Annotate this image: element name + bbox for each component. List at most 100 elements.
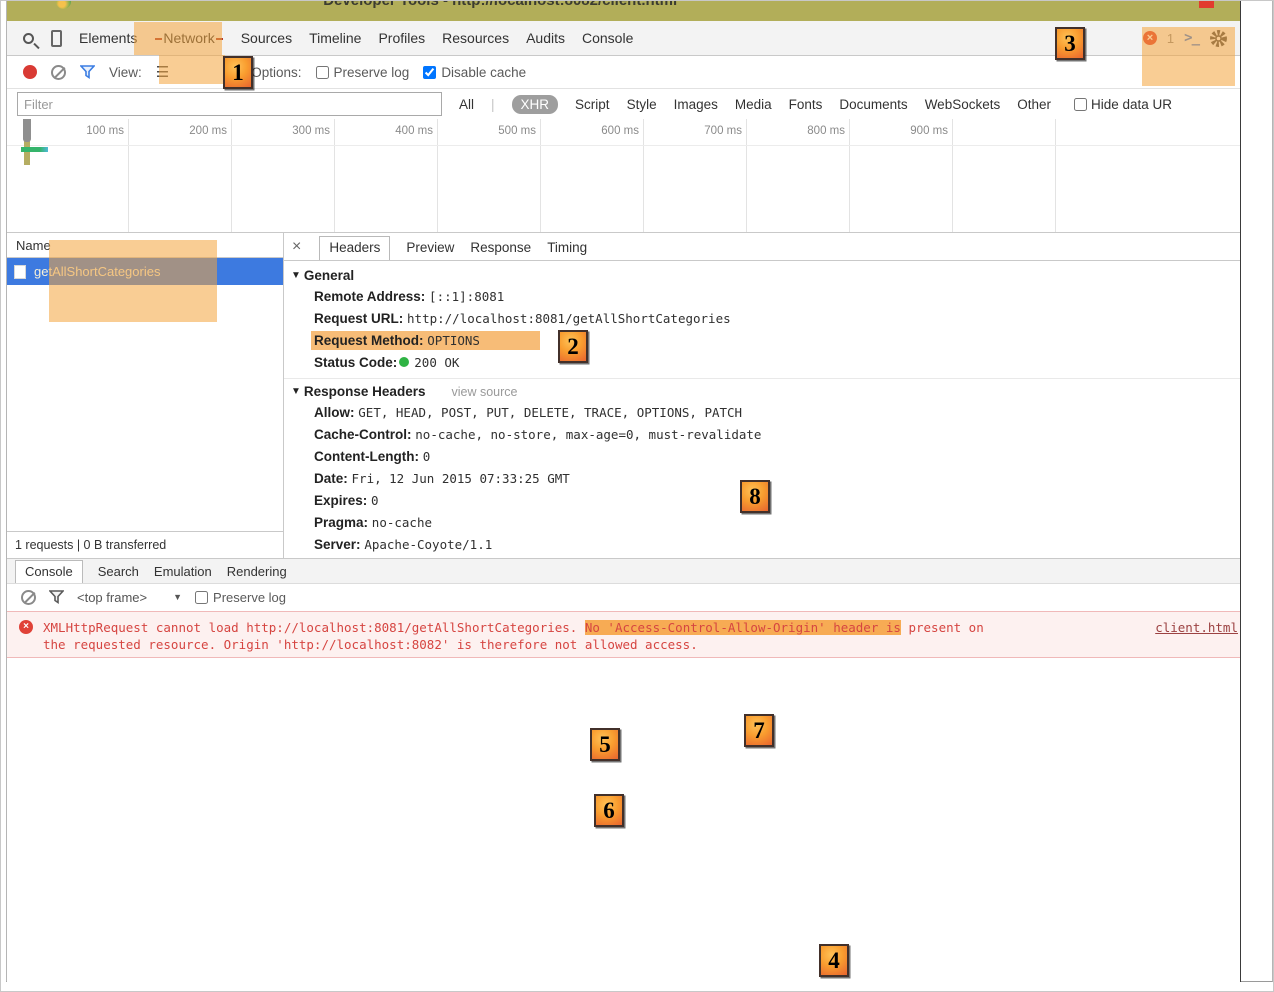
request-name: getAllShortCategories — [34, 264, 160, 279]
close-details-icon[interactable]: × — [292, 238, 303, 260]
error-count[interactable]: 1 — [1167, 31, 1174, 46]
console-toolbar: <top frame> ▼ Preserve log — [7, 584, 1240, 611]
devtools-screenshot: Developer Tools - http://localhost:8082/… — [0, 0, 1274, 992]
device-mode-icon[interactable] — [51, 30, 62, 47]
filter-type-media[interactable]: Media — [735, 97, 772, 112]
view-list-icon[interactable]: ☰ — [156, 65, 169, 80]
settings-gear-icon[interactable] — [1209, 29, 1228, 48]
preserve-log-label: Preserve log — [334, 65, 410, 80]
clear-icon[interactable] — [51, 65, 66, 80]
filter-type-script[interactable]: Script — [575, 97, 610, 112]
drawer-tab-rendering[interactable]: Rendering — [227, 561, 287, 583]
header-row: Cache-Control: no-cache, no-store, max-a… — [284, 424, 1240, 446]
drawer-tab-emulation[interactable]: Emulation — [154, 561, 212, 583]
error-line-2: the requested resource. Origin 'http://l… — [43, 636, 1123, 653]
tab-timing[interactable]: Timing — [547, 237, 587, 260]
header-row: Server: Apache-Coyote/1.1 — [284, 534, 1240, 556]
drawer-tab-search[interactable]: Search — [98, 561, 139, 583]
status-ok-dot — [399, 357, 409, 367]
timeline-tick: 500 ms — [438, 119, 541, 232]
timeline-tick: 600 ms — [541, 119, 644, 232]
tab-resources[interactable]: Resources — [442, 30, 509, 46]
header-row: Remote Address: [::1]:8081 — [284, 286, 1240, 308]
timeline-tick: 700 ms — [644, 119, 747, 232]
details-tabbar: × Headers Preview Response Timing — [284, 233, 1240, 261]
view-source-link[interactable]: view source — [451, 385, 517, 399]
filter-type-fonts[interactable]: Fonts — [789, 97, 823, 112]
timeline-tick-empty — [953, 119, 1056, 232]
disable-cache-checkbox[interactable] — [423, 66, 436, 79]
error-line-1: XMLHttpRequest cannot load http://localh… — [43, 619, 1123, 636]
search-icon[interactable] — [23, 33, 34, 44]
request-waterfall-bar[interactable] — [21, 147, 48, 152]
tab-network[interactable]: Network — [154, 30, 223, 46]
network-toolbar: View: ☰ Options: Preserve log Disable ca… — [7, 56, 1240, 89]
preserve-log-checkbox[interactable] — [316, 66, 329, 79]
tab-console[interactable]: Console — [582, 30, 633, 46]
timeline-grip-handle[interactable] — [23, 119, 31, 142]
tab-timeline[interactable]: Timeline — [309, 30, 361, 46]
requests-summary: 1 requests | 0 B transferred — [7, 531, 283, 558]
error-source-link[interactable]: client.html — [1155, 620, 1238, 635]
annotation-badge-4: 4 — [819, 944, 849, 977]
filter-type-xhr[interactable]: XHR — [512, 95, 559, 114]
section-general-title[interactable]: ▼ General — [284, 265, 1240, 286]
filter-type-all[interactable]: All — [459, 97, 474, 112]
error-icon: × — [19, 620, 33, 634]
annotation-badge-3: 3 — [1055, 27, 1085, 60]
tab-preview[interactable]: Preview — [406, 237, 454, 260]
network-main-split: Name getAllShortCategories 1 requests | … — [7, 233, 1240, 558]
header-row: Content-Length: 0 — [284, 446, 1240, 468]
drawer-tab-console[interactable]: Console — [15, 560, 83, 583]
filter-type-images[interactable]: Images — [674, 97, 718, 112]
filter-type-documents[interactable]: Documents — [839, 97, 907, 112]
filter-input[interactable] — [17, 92, 442, 116]
request-list: getAllShortCategories — [7, 258, 283, 531]
request-row-selected[interactable]: getAllShortCategories — [7, 258, 283, 285]
tab-audits[interactable]: Audits — [526, 30, 565, 46]
timeline-overview[interactable]: 100 ms 200 ms 300 ms 400 ms 500 ms 600 m… — [7, 119, 1240, 233]
tab-profiles[interactable]: Profiles — [378, 30, 425, 46]
section-response-headers: ▼ Response Headers view source Allow: GE… — [284, 378, 1240, 558]
filter-type-websockets[interactable]: WebSockets — [925, 97, 1001, 112]
error-badge-icon[interactable]: × — [1143, 31, 1157, 45]
headers-content: ▼ General Remote Address: [::1]:8081 Req… — [284, 261, 1240, 558]
console-preserve-log-checkbox[interactable] — [195, 591, 208, 604]
options-label: Options: — [251, 65, 301, 80]
filter-type-other[interactable]: Other — [1017, 97, 1051, 112]
timeline-tick: 900 ms — [850, 119, 953, 232]
request-list-panel: Name getAllShortCategories 1 requests | … — [7, 233, 284, 558]
console-filter-funnel-icon[interactable] — [49, 590, 64, 604]
annotation-dash-right — [216, 38, 223, 40]
console-error-message: × XMLHttpRequest cannot load http://loca… — [7, 611, 1240, 658]
error-text: XMLHttpRequest cannot load http://localh… — [43, 619, 1123, 653]
tab-response[interactable]: Response — [470, 237, 531, 260]
timeline-tick: 100 ms — [26, 119, 129, 232]
console-drawer-icon[interactable]: >_ — [1184, 30, 1199, 46]
hide-data-urls-checkbox[interactable] — [1074, 98, 1087, 111]
timeline-tick: 200 ms — [129, 119, 232, 232]
annotation-dash-left — [155, 38, 162, 40]
filter-row: All | XHR Script Style Images Media Font… — [7, 89, 1240, 119]
annotation-badge-1: 1 — [223, 56, 253, 89]
filter-funnel-icon[interactable] — [80, 65, 95, 79]
chevron-down-icon: ▼ — [173, 592, 182, 602]
window-title: Developer Tools - http://localhost:8082/… — [7, 1, 993, 9]
annotation-badge-8: 8 — [740, 480, 770, 513]
tab-elements[interactable]: Elements — [79, 30, 137, 46]
name-column-header[interactable]: Name — [7, 233, 283, 258]
filter-type-style[interactable]: Style — [627, 97, 657, 112]
console-preserve-log-option: Preserve log — [195, 590, 286, 605]
clear-console-icon[interactable] — [21, 590, 36, 605]
tab-headers[interactable]: Headers — [319, 236, 390, 260]
annotation-badge-6: 6 — [594, 794, 624, 827]
section-response-headers-title[interactable]: ▼ Response Headers view source — [284, 381, 1240, 402]
tab-sources[interactable]: Sources — [241, 30, 292, 46]
annotation-badge-2: 2 — [558, 330, 588, 363]
record-icon[interactable] — [23, 65, 37, 79]
console-preserve-log-label: Preserve log — [213, 590, 286, 605]
disable-cache-option: Disable cache — [423, 65, 526, 80]
window-titlebar: Developer Tools - http://localhost:8082/… — [7, 1, 1240, 21]
frame-selector[interactable]: <top frame> ▼ — [77, 590, 182, 605]
preserve-log-option: Preserve log — [316, 65, 410, 80]
